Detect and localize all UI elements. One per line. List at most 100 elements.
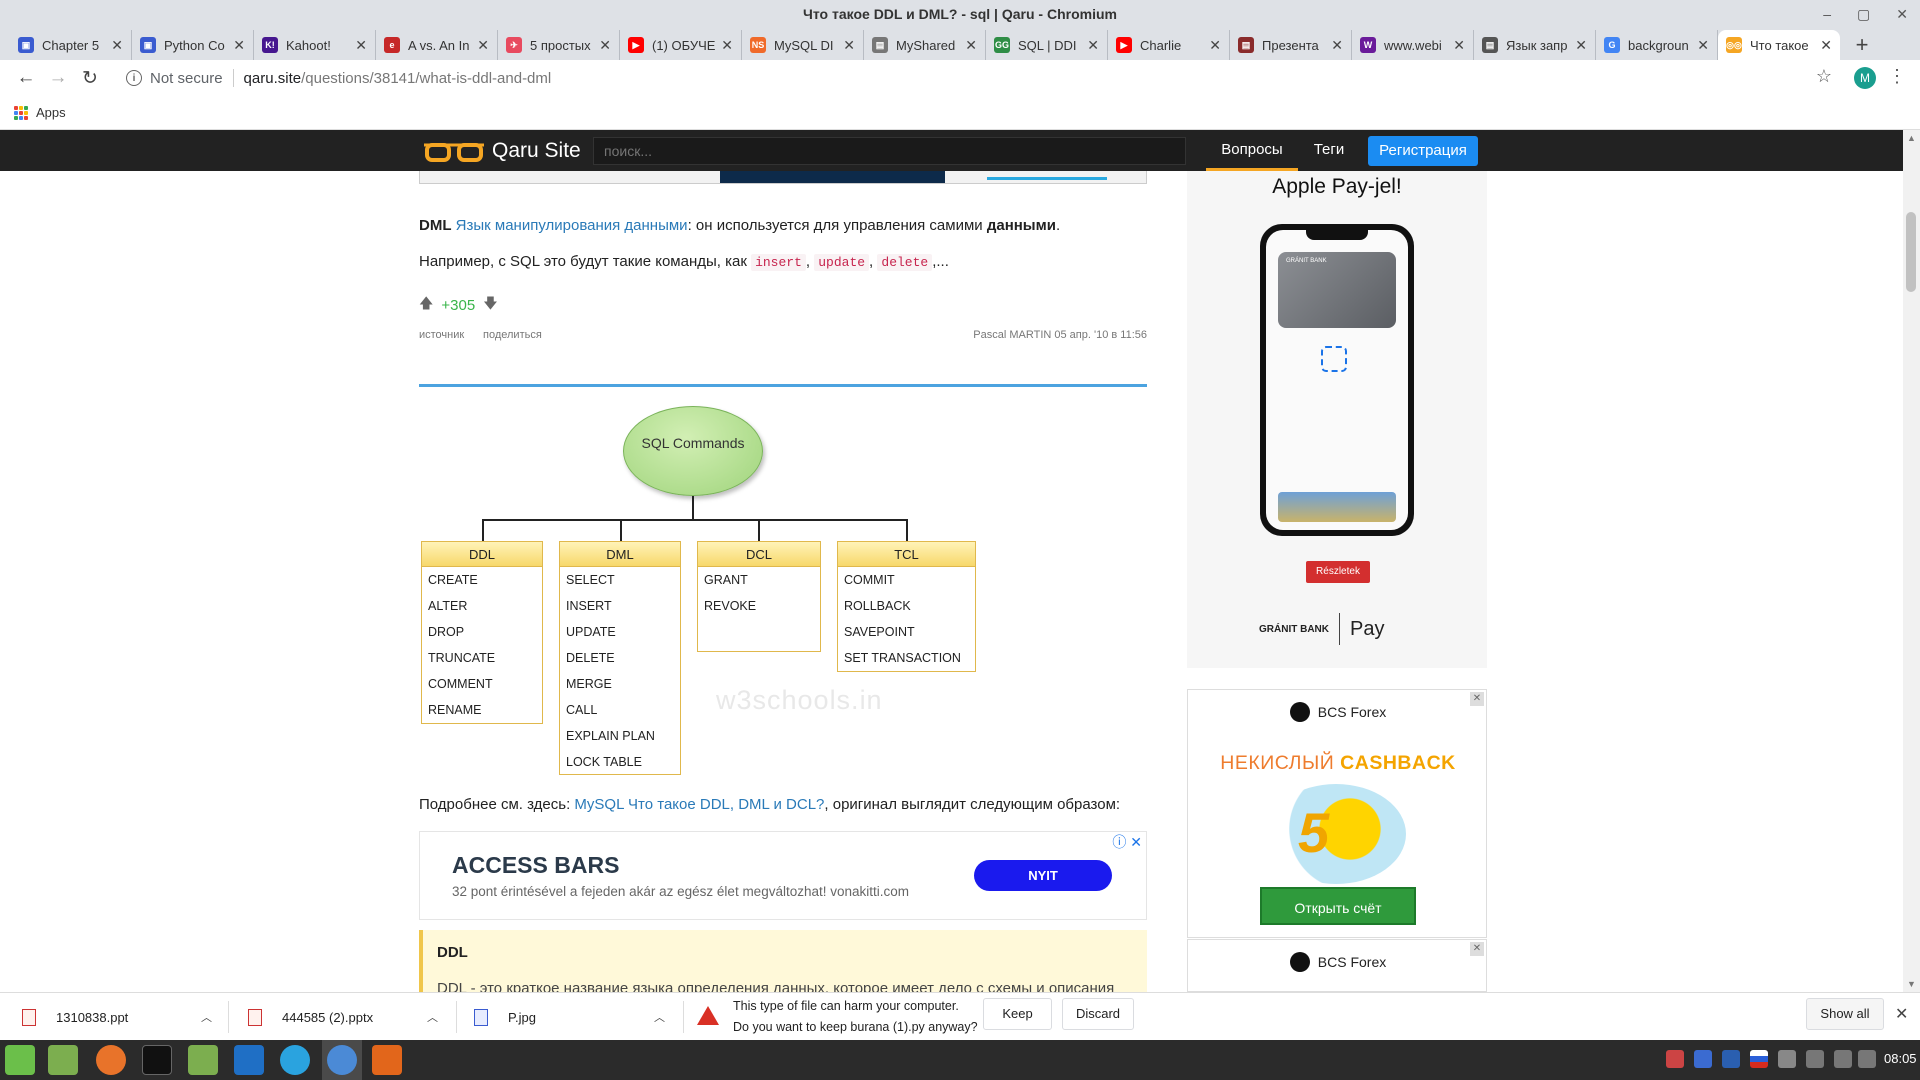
tab-close-icon[interactable]: ✕ [1820, 37, 1832, 54]
sound-tray-icon[interactable] [1834, 1050, 1852, 1068]
chevron-up-icon[interactable]: ︿ [654, 1009, 665, 1025]
tab-close-icon[interactable]: ✕ [111, 37, 123, 54]
shield-tray-icon[interactable] [1694, 1050, 1712, 1068]
details-button[interactable]: Részletek [1306, 561, 1370, 583]
folder-icon[interactable] [188, 1045, 218, 1075]
page-scrollbar[interactable]: ▲ ▼ [1903, 130, 1920, 992]
scrollbar-thumb[interactable] [1906, 212, 1916, 292]
apple-pay-ad[interactable]: Apple Pay-jel! GRÁNIT BANK Részletek GRÁ… [1187, 171, 1487, 668]
tab-close-icon[interactable]: ✕ [1697, 37, 1709, 54]
tab-close-icon[interactable]: ✕ [1575, 37, 1587, 54]
glasses-logo-icon [424, 143, 484, 162]
bcs-forex-ad-2[interactable]: ✕ BCS Forex [1187, 939, 1487, 992]
scroll-up-icon[interactable]: ▲ [1907, 133, 1916, 143]
reload-icon[interactable]: ↻ [74, 62, 106, 94]
firefox-icon[interactable] [96, 1045, 126, 1075]
site-logo[interactable]: Qaru Site [422, 137, 581, 165]
mint-menu-icon[interactable] [5, 1045, 35, 1075]
files-icon[interactable] [48, 1045, 78, 1075]
site-search-input[interactable] [593, 137, 1186, 165]
browser-tab[interactable]: ◎◎ Что такое ✕ [1718, 30, 1840, 60]
profile-avatar[interactable]: M [1854, 67, 1876, 89]
bookmark-star-icon[interactable]: ☆ [1816, 66, 1832, 87]
browser-tab[interactable]: Gbackgroun ✕ [1596, 30, 1718, 60]
download-item[interactable]: 444585 (2).pptx [248, 993, 373, 1041]
tab-close-icon[interactable]: ✕ [1331, 37, 1343, 54]
browser-tab[interactable]: ▶ Charlie ✕ [1108, 30, 1230, 60]
browser-tab[interactable]: ✈ 5 простых ✕ [498, 30, 620, 60]
browser-tab[interactable]: ▤ Язык запр ✕ [1474, 30, 1596, 60]
bluetooth-tray-icon[interactable] [1722, 1050, 1740, 1068]
tab-close-icon[interactable]: ✕ [1453, 37, 1465, 54]
terminal-icon[interactable] [142, 1045, 172, 1075]
tab-close-icon[interactable]: ✕ [843, 37, 855, 54]
maximize-icon[interactable]: ▢ [1857, 0, 1870, 28]
share-link[interactable]: поделиться [483, 329, 542, 341]
tab-close-icon[interactable]: ✕ [1209, 37, 1221, 54]
nav-questions[interactable]: Вопросы [1206, 130, 1298, 171]
update-tray-icon[interactable] [1666, 1050, 1684, 1068]
chromium-icon[interactable] [327, 1045, 357, 1075]
download-item[interactable]: 1310838.ppt [22, 993, 128, 1041]
forward-icon[interactable]: → [42, 62, 74, 94]
vscode-icon[interactable] [234, 1045, 264, 1075]
browser-tab[interactable]: Wwww.webi ✕ [1352, 30, 1474, 60]
tab-favicon-icon: K! [262, 37, 278, 53]
back-icon[interactable]: ← [10, 62, 42, 94]
downvote-icon[interactable]: 🡇 [483, 293, 497, 317]
battery-tray-icon[interactable] [1858, 1050, 1876, 1068]
show-all-button[interactable]: Show all [1806, 998, 1884, 1030]
dml-link[interactable]: Язык манипулирования данными [456, 217, 688, 234]
bcs-forex-ad[interactable]: ✕ BCS Forex НЕКИСЛЫЙ CASHBACK 5 Открыть … [1187, 689, 1487, 938]
register-button[interactable]: Регистрация [1368, 136, 1478, 166]
chevron-up-icon[interactable]: ︿ [201, 1009, 212, 1025]
keep-button[interactable]: Keep [983, 998, 1052, 1030]
close-shelf-icon[interactable]: ✕ [1895, 1004, 1908, 1024]
open-account-button[interactable]: Открыть счёт [1260, 887, 1416, 925]
close-window-icon[interactable]: ✕ [1896, 0, 1908, 28]
telegram-icon[interactable] [280, 1045, 310, 1075]
more-link[interactable]: MySQL Что такое DDL, DML и DCL? [574, 796, 824, 813]
minimize-icon[interactable]: – [1823, 0, 1831, 28]
new-tab-icon[interactable]: + [1848, 30, 1876, 60]
info-icon[interactable]: i [126, 70, 142, 86]
browser-tab[interactable]: ▤ Презента ✕ [1230, 30, 1352, 60]
browser-tab[interactable]: K! Kahoot! ✕ [254, 30, 376, 60]
diagram-item: CALL [566, 703, 598, 717]
tab-close-icon[interactable]: ✕ [477, 37, 489, 54]
tab-close-icon[interactable]: ✕ [599, 37, 611, 54]
wifi-tray-icon[interactable] [1806, 1050, 1824, 1068]
nav-tags[interactable]: Теги [1300, 130, 1358, 171]
tab-favicon-icon: G [1604, 37, 1620, 53]
browser-tab[interactable]: ▤ MyShared ✕ [864, 30, 986, 60]
address-bar[interactable]: i Not secure qaru.site/questions/38141/w… [126, 63, 1826, 93]
tab-close-icon[interactable]: ✕ [233, 37, 245, 54]
tab-close-icon[interactable]: ✕ [1087, 37, 1099, 54]
apps-shortcut[interactable]: Apps [14, 105, 66, 120]
language-tray-icon[interactable] [1750, 1050, 1768, 1068]
browser-tab[interactable]: e A vs. An In ✕ [376, 30, 498, 60]
upvote-icon[interactable]: 🡅 [419, 293, 433, 317]
inline-ad[interactable]: ACCESS BARS 32 pont érintésével a fejede… [419, 831, 1147, 920]
ad-open-button[interactable]: NYIT [974, 860, 1112, 891]
tab-close-icon[interactable]: ✕ [355, 37, 367, 54]
discard-button[interactable]: Discard [1062, 998, 1134, 1030]
tab-close-icon[interactable]: ✕ [721, 37, 733, 54]
network-tray-icon[interactable] [1778, 1050, 1796, 1068]
scroll-down-icon[interactable]: ▼ [1907, 979, 1916, 989]
download-item[interactable]: P.jpg [474, 993, 536, 1041]
browser-tab[interactable]: NS MySQL DI ✕ [742, 30, 864, 60]
browser-tab[interactable]: ▣ Python Co ✕ [132, 30, 254, 60]
browser-tab[interactable]: ▣ Chapter 5 ✕ [10, 30, 132, 60]
impress-icon[interactable] [372, 1045, 402, 1075]
chevron-up-icon[interactable]: ︿ [427, 1009, 438, 1025]
tab-close-icon[interactable]: ✕ [965, 37, 977, 54]
ppt-file-icon [22, 1008, 36, 1026]
browser-tab[interactable]: GG SQL | DDI ✕ [986, 30, 1108, 60]
pptx-file-icon [248, 1008, 262, 1026]
top-ad-banner[interactable] [419, 171, 1147, 184]
source-link[interactable]: источник [419, 329, 464, 341]
adchoices-icon[interactable]: ⓘ ✕ [1112, 832, 1142, 852]
kebab-menu-icon[interactable]: ⋮ [1888, 66, 1906, 87]
browser-tab[interactable]: ▶ (1) ОБУЧЕ ✕ [620, 30, 742, 60]
